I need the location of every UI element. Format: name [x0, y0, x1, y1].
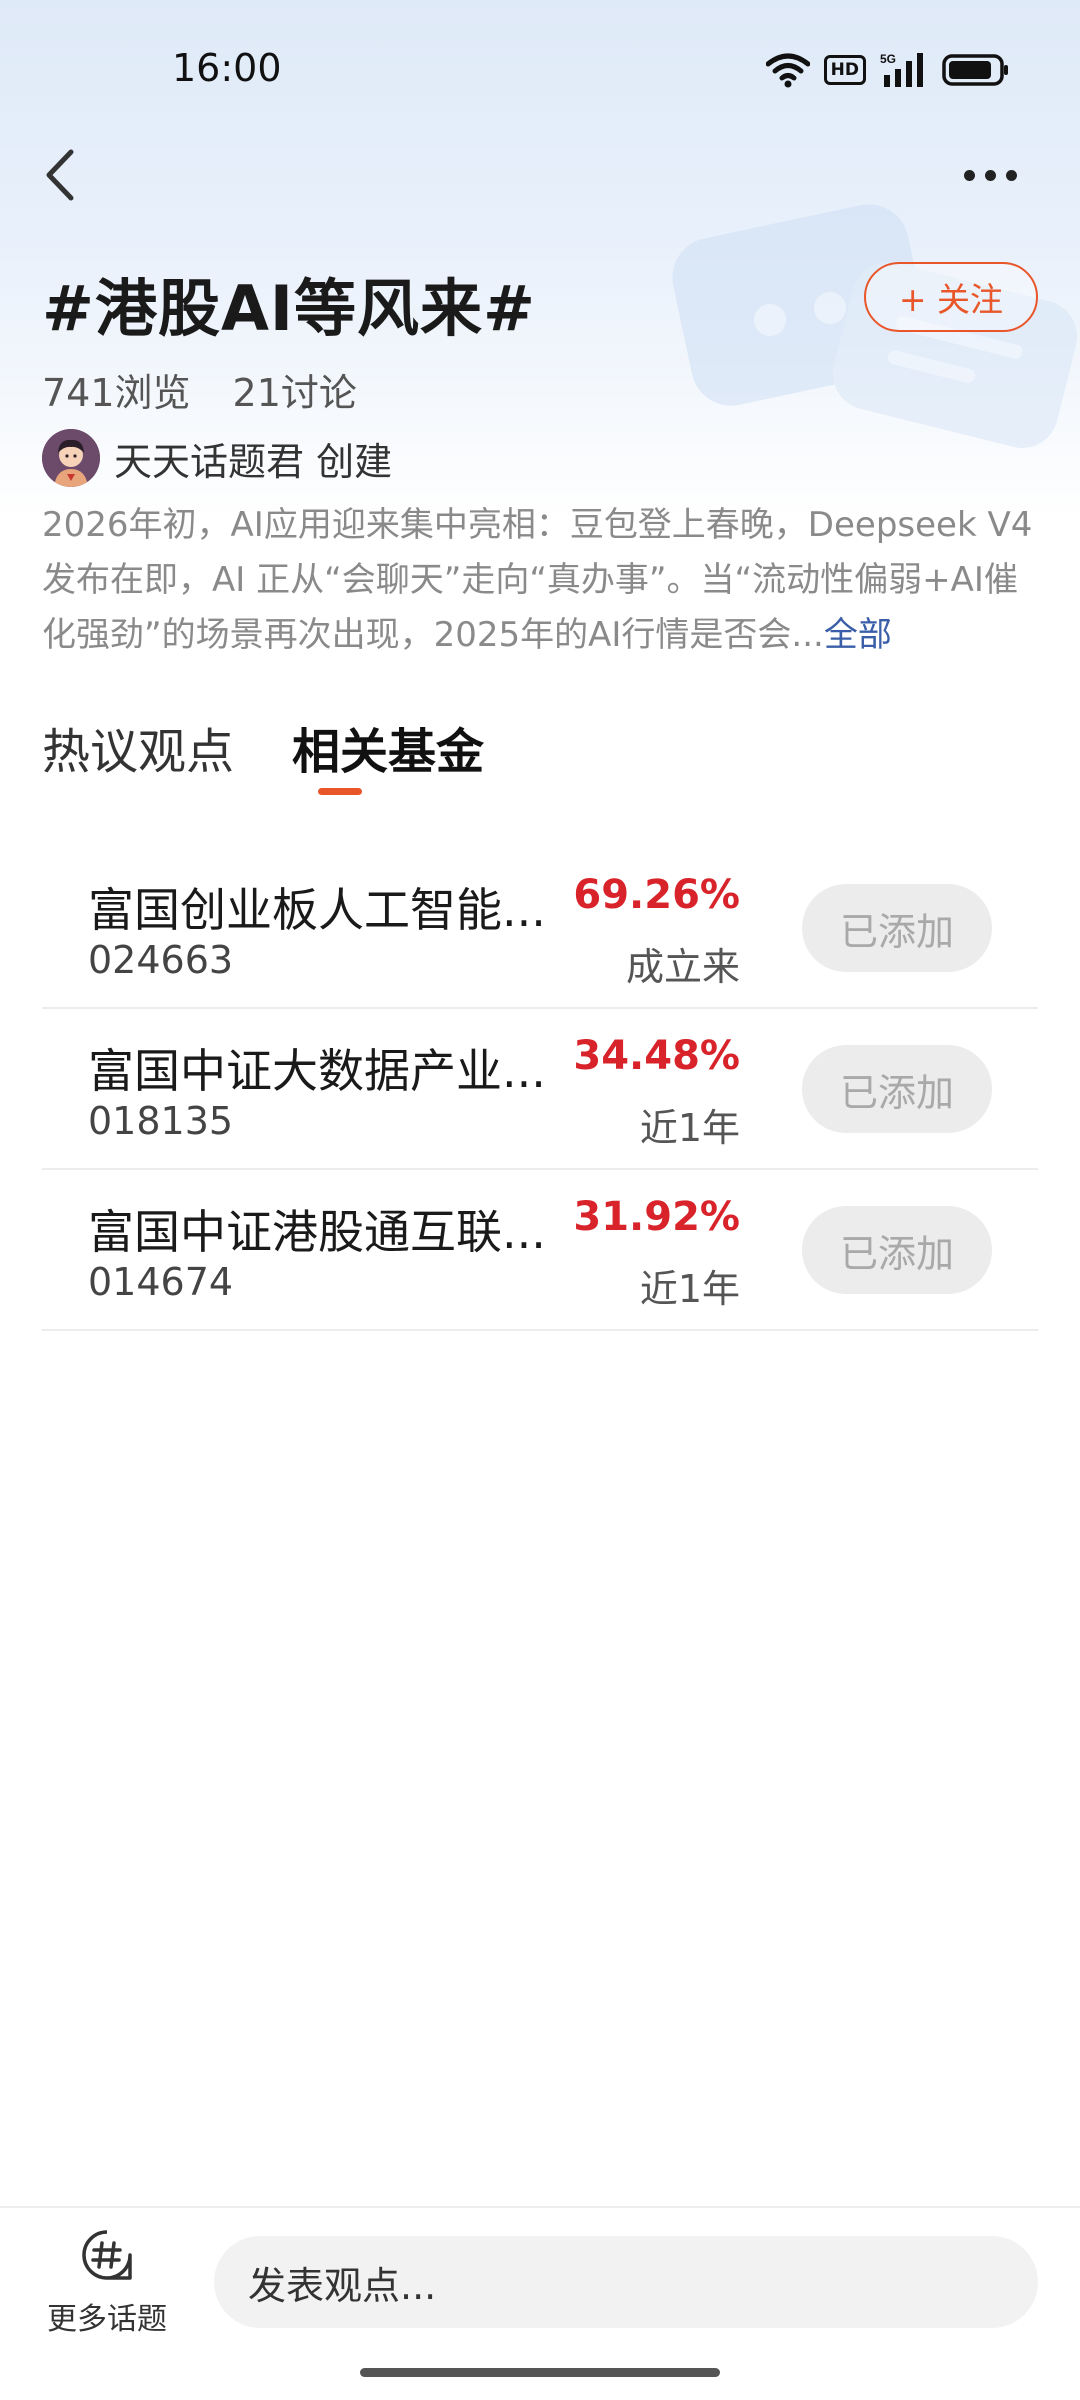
fund-code: 018135	[88, 1099, 234, 1143]
fund-return-period: 近1年	[639, 1267, 740, 1311]
views-count: 741浏览	[42, 371, 191, 415]
fund-return-period: 近1年	[639, 1106, 740, 1150]
fund-row[interactable]: 富国中证大数据产业... 018135 34.48% 近1年 已添加	[42, 1009, 1038, 1170]
wifi-icon	[765, 53, 810, 88]
more-horizontal-icon	[963, 169, 975, 181]
more-topics-button[interactable]: 更多话题	[40, 2228, 174, 2348]
status-bar: 16:00 HD 5G	[0, 0, 1080, 140]
fund-code: 014674	[88, 1260, 234, 1304]
status-time: 16:00	[172, 46, 282, 90]
avatar-illustration-icon	[42, 429, 100, 487]
fund-return-period: 成立来	[625, 945, 740, 989]
signal-5g-icon: 5G	[880, 52, 923, 87]
follow-button[interactable]: + 关注	[864, 262, 1038, 332]
discussions-count: 21讨论	[232, 371, 357, 415]
fund-name: 富国中证大数据产业...	[88, 1044, 546, 1098]
svg-text:5G: 5G	[880, 52, 896, 66]
topic-tabs: 热议观点 相关基金	[42, 712, 484, 782]
fund-name: 富国创业板人工智能...	[88, 883, 546, 937]
hashtag-icon	[82, 2230, 132, 2280]
fund-return: 31.92%	[573, 1194, 740, 1240]
back-button[interactable]	[30, 140, 90, 210]
expand-description-link[interactable]: 全部	[824, 615, 892, 655]
topic-description: 2026年初，AI应用迎来集中亮相：豆包登上春晚，Deepseek V4发布在即…	[42, 498, 1042, 663]
comment-input[interactable]: 发表观点...	[214, 2236, 1038, 2328]
added-button[interactable]: 已添加	[802, 1206, 992, 1294]
status-icons: HD 5G	[765, 50, 1010, 90]
fund-return: 69.26%	[573, 872, 740, 918]
added-button[interactable]: 已添加	[802, 1045, 992, 1133]
avatar[interactable]	[42, 429, 100, 487]
more-dot	[1005, 169, 1017, 181]
chat-bubble-decoration-icon	[672, 204, 1078, 448]
fund-row[interactable]: 富国创业板人工智能... 024663 69.26% 成立来 已添加	[42, 848, 1038, 1009]
fund-code: 024663	[88, 938, 234, 982]
fund-list: 富国创业板人工智能... 024663 69.26% 成立来 已添加 富国中证大…	[42, 848, 1038, 1331]
fund-return: 34.48%	[573, 1033, 740, 1079]
topic-stats: 741浏览 21讨论	[42, 362, 357, 417]
fund-row[interactable]: 富国中证港股通互联... 014674 31.92% 近1年 已添加	[42, 1170, 1038, 1331]
more-dot	[984, 169, 996, 181]
home-indicator[interactable]	[360, 2368, 720, 2377]
chevron-left-icon	[46, 149, 74, 201]
more-topics-label: 更多话题	[47, 2302, 167, 2337]
more-button[interactable]	[950, 150, 1030, 200]
creator-info[interactable]: 天天话题君 创建	[42, 428, 392, 488]
tab-related-funds[interactable]: 相关基金	[292, 712, 484, 782]
active-tab-indicator	[318, 788, 362, 795]
creator-name: 天天话题君 创建	[114, 439, 393, 484]
topic-page: 16:00 HD 5G #港股AI等风来# + 关注 741浏览 21讨论 天天…	[0, 0, 1080, 2400]
added-button[interactable]: 已添加	[802, 884, 992, 972]
fund-name: 富国中证港股通互联...	[88, 1205, 546, 1259]
battery-icon	[942, 54, 1008, 86]
tab-hot-opinions[interactable]: 热议观点	[42, 712, 234, 782]
topic-title: #港股AI等风来#	[42, 272, 536, 345]
hd-badge: HD	[823, 55, 866, 85]
